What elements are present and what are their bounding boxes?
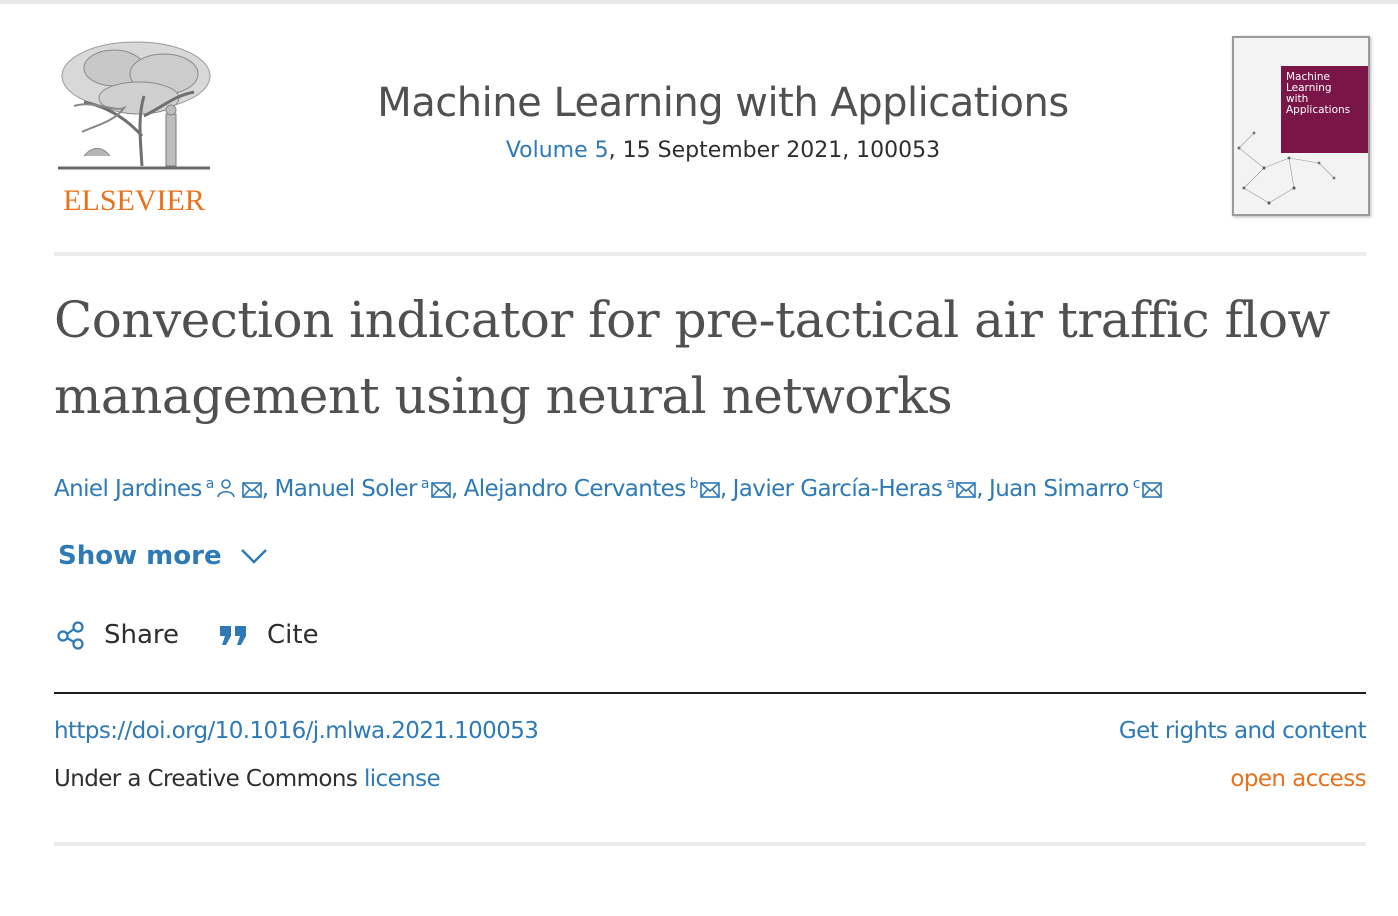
quote-icon	[220, 626, 247, 645]
email-icon	[700, 478, 720, 504]
email-icon	[956, 478, 977, 504]
author-separator: ,	[261, 476, 269, 502]
license-statement: Under a Creative Commons license	[54, 766, 441, 792]
author-link[interactable]: Manuel Soler a	[275, 476, 451, 502]
header-divider	[54, 252, 1366, 256]
author-link[interactable]: Aniel Jardines a	[54, 476, 262, 502]
license-link[interactable]: license	[364, 766, 441, 792]
journal-title[interactable]: Machine Learning with Applications	[300, 80, 1146, 126]
elsevier-tree-icon	[58, 41, 211, 170]
author-name: Juan Simarro	[989, 476, 1129, 502]
bottom-divider	[54, 842, 1366, 846]
affiliation-marker: a	[946, 476, 955, 492]
author-list: Aniel Jardines a, Manuel Soler a, Alejandro …	[54, 476, 1162, 504]
cover-title-band: Machine Learning with Applications	[1281, 66, 1368, 153]
author-separator: ,	[976, 476, 984, 502]
share-icon	[57, 621, 84, 650]
author-name: Aniel Jardines	[54, 476, 202, 502]
license-prefix: Under a Creative Commons	[54, 766, 364, 792]
author-name: Alejandro Cervantes	[463, 476, 687, 502]
top-bar	[0, 0, 1398, 4]
article-title: Convection indicator for pre-tactical ai…	[54, 291, 1330, 425]
email-icon	[1142, 478, 1162, 504]
doi-divider	[54, 692, 1366, 694]
author-link[interactable]: Alejandro Cervantes b	[464, 476, 720, 502]
elsevier-logo[interactable]: ELSEVIER	[54, 36, 214, 217]
doi-link[interactable]: https://doi.org/10.1016/j.mlwa.2021.1000…	[54, 718, 539, 744]
get-rights-link[interactable]: Get rights and content	[1119, 718, 1367, 744]
article-actions: Share Cite	[56, 620, 359, 650]
author-name: Manuel Soler	[274, 476, 418, 502]
show-more-label: Show more	[58, 541, 222, 571]
publisher-name: ELSEVIER	[63, 184, 205, 217]
affiliation-marker: a	[205, 476, 215, 492]
email-icon	[241, 478, 262, 504]
author-link[interactable]: Juan Simarro c	[989, 476, 1162, 502]
chevron-down-icon	[240, 549, 267, 564]
open-access-badge: open access	[1230, 766, 1366, 792]
journal-cover[interactable]: Machine Learning with Applications	[1232, 36, 1370, 216]
affiliation-marker: b	[689, 476, 699, 492]
share-button[interactable]: Share	[56, 620, 179, 650]
person-icon	[216, 478, 236, 504]
cite-button[interactable]: Cite	[219, 620, 319, 650]
author-name: Javier García-Heras	[732, 476, 943, 502]
issue-details: , 15 September 2021, 100053	[608, 138, 941, 163]
volume-link[interactable]: Volume 5	[506, 138, 609, 163]
show-more-button[interactable]: Show more	[58, 541, 268, 571]
author-link[interactable]: Javier García-Heras a	[733, 476, 977, 502]
cite-label: Cite	[267, 620, 319, 650]
journal-header: Machine Learning with Applications Volum…	[300, 80, 1146, 163]
author-separator: ,	[450, 476, 458, 502]
share-label: Share	[104, 620, 180, 650]
affiliation-marker: c	[1132, 476, 1141, 492]
journal-meta: Volume 5, 15 September 2021, 100053	[300, 138, 1146, 163]
author-separator: ,	[719, 476, 727, 502]
affiliation-marker: a	[420, 476, 430, 492]
cover-title-line: Applications	[1286, 104, 1351, 116]
email-icon	[431, 478, 451, 504]
